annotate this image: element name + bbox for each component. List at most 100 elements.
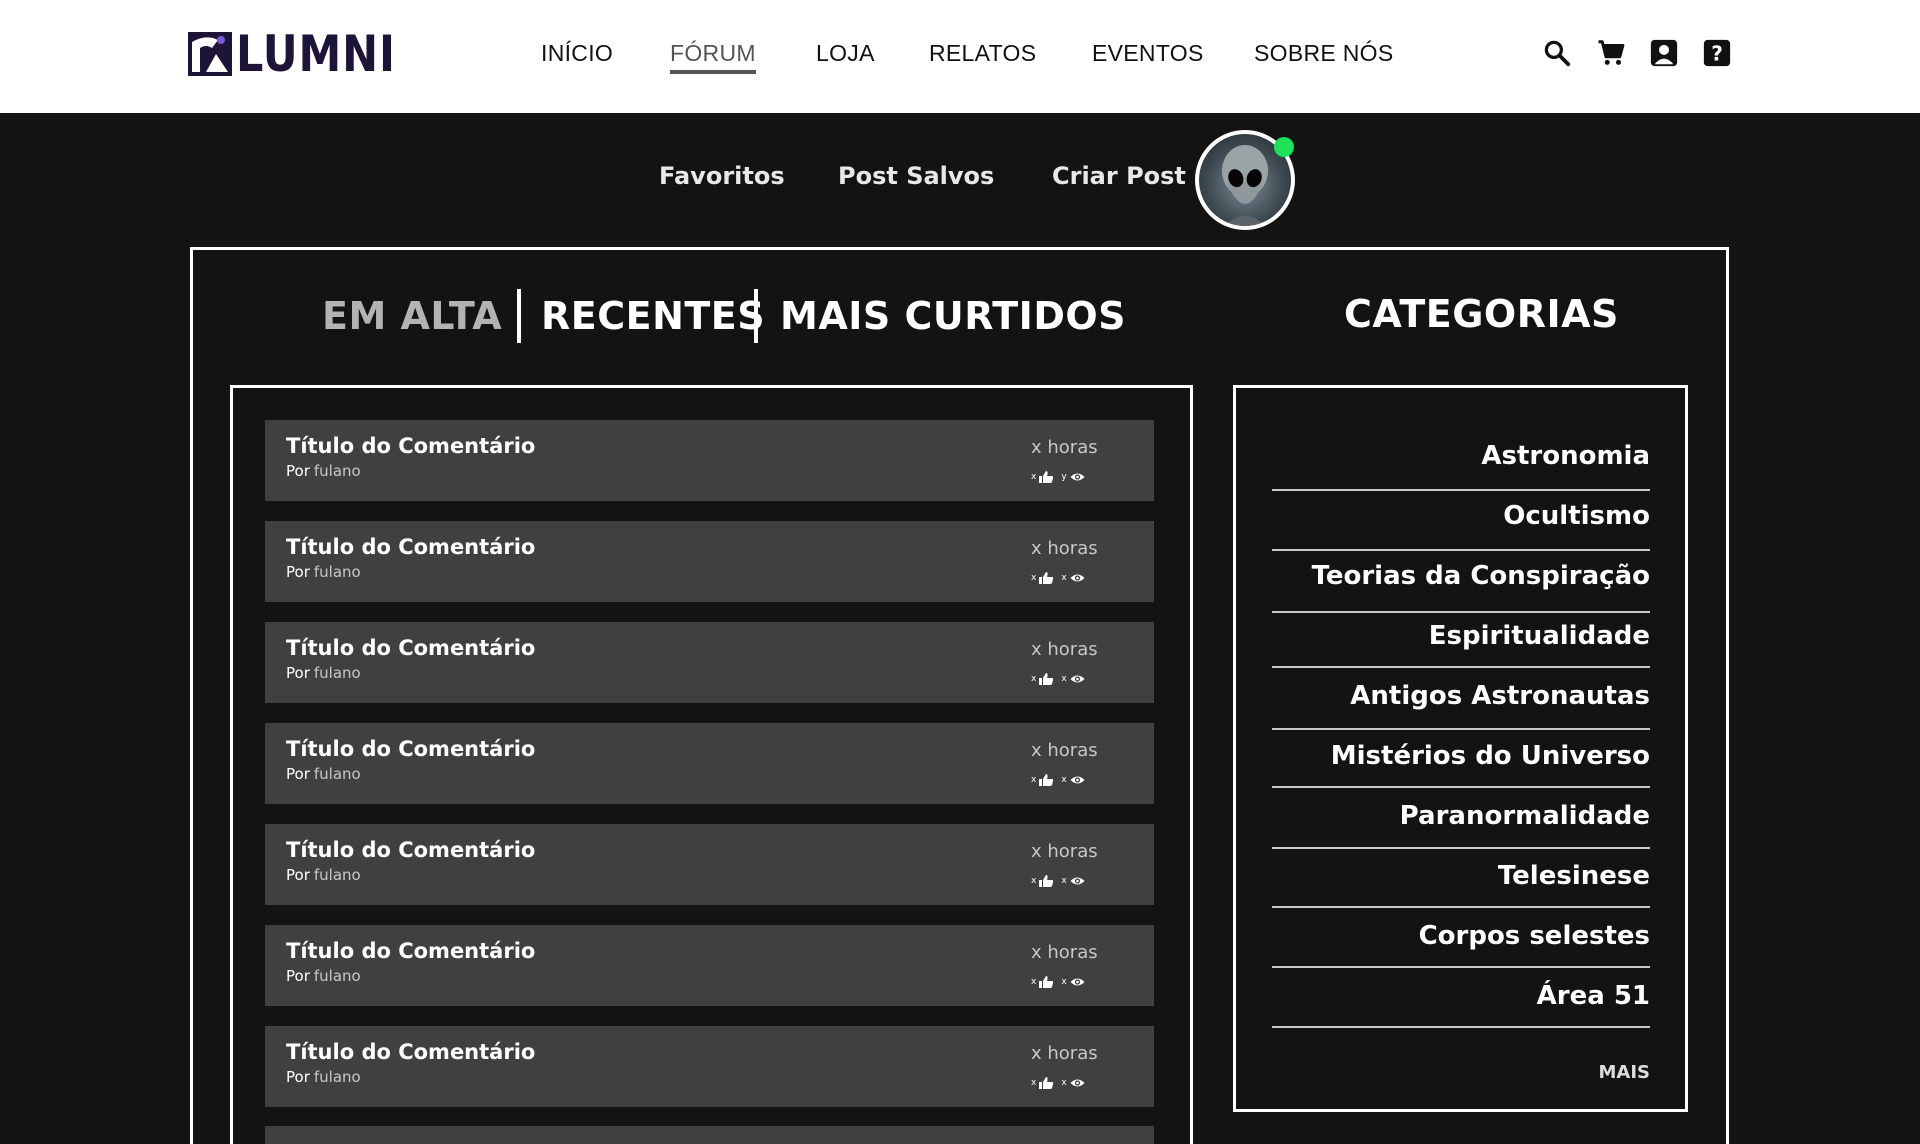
nav-item-forum[interactable]: FÓRUM (670, 40, 756, 74)
post-likes: x (1031, 572, 1054, 584)
post-likes: x (1031, 673, 1054, 685)
thumbs-up-icon (1039, 673, 1054, 685)
category-paranormalidade[interactable]: Paranormalidade (1272, 801, 1650, 831)
post-title: Título do Comentário (286, 535, 536, 559)
subnav-post-salvos[interactable]: Post Salvos (838, 162, 994, 190)
nav-item-relatos[interactable]: RELATOS (929, 40, 1036, 67)
post-item[interactable]: Título do Comentário Por fulano x horas x… (265, 521, 1154, 602)
post-author[interactable]: fulano (314, 765, 361, 783)
category-teorias-da-conspiracao[interactable]: Teorias da Conspiração (1272, 561, 1650, 591)
nav-item-eventos[interactable]: EVENTOS (1092, 40, 1204, 67)
online-status-indicator (1274, 137, 1294, 157)
eye-icon (1070, 877, 1085, 885)
search-icon[interactable] (1542, 38, 1572, 68)
nav-item-sobre-nos[interactable]: SOBRE NÓS (1254, 40, 1393, 67)
categories-title: CATEGORIAS (1344, 292, 1619, 336)
post-title: Título do Comentário (286, 737, 536, 761)
views-count: y (1061, 472, 1067, 482)
post-stats: x x (1031, 571, 1092, 585)
nav-item-loja[interactable]: LOJA (816, 40, 875, 67)
likes-count: x (1031, 977, 1037, 987)
post-likes: x (1031, 1077, 1054, 1089)
post-author[interactable]: fulano (314, 866, 361, 884)
category-divider (1272, 966, 1650, 968)
post-stats: x x (1031, 1076, 1092, 1090)
category-corpos-selestes[interactable]: Corpos selestes (1272, 921, 1650, 951)
post-by-label: Por (286, 866, 310, 884)
tab-mais-curtidos[interactable]: MAIS CURTIDOS (780, 294, 1126, 338)
post-time: x horas (1031, 942, 1098, 963)
category-divider (1272, 549, 1650, 551)
logo-text: LUMNI (236, 25, 396, 83)
likes-count: x (1031, 775, 1037, 785)
post-item[interactable]: Título do Comentário Por fulano x horas x… (265, 420, 1154, 501)
post-item[interactable]: Título do Comentário Por fulano x horas x… (265, 824, 1154, 905)
post-author[interactable]: fulano (314, 664, 361, 682)
post-item[interactable]: Título do Comentário Por fulano x horas x… (265, 622, 1154, 703)
post-by-label: Por (286, 462, 310, 480)
eye-icon (1070, 1079, 1085, 1087)
profile-icon[interactable] (1649, 38, 1679, 68)
category-ocultismo[interactable]: Ocultismo (1272, 501, 1650, 531)
category-divider (1272, 728, 1650, 730)
category-divider (1272, 847, 1650, 849)
post-by-label: Por (286, 664, 310, 682)
post-likes: x (1031, 875, 1054, 887)
subnav-favoritos[interactable]: Favoritos (659, 162, 785, 190)
post-likes: x (1031, 976, 1054, 988)
cart-icon[interactable] (1596, 38, 1626, 68)
eye-icon (1070, 776, 1085, 784)
tab-divider (517, 289, 521, 343)
thumbs-up-icon (1039, 1077, 1054, 1089)
thumbs-up-icon (1039, 572, 1054, 584)
likes-count: x (1031, 674, 1037, 684)
categories-more-link[interactable]: MAIS (1572, 1062, 1650, 1083)
eye-icon (1070, 574, 1085, 582)
post-time: x horas (1031, 1043, 1098, 1064)
category-divider (1272, 666, 1650, 668)
post-title: Título do Comentário (286, 636, 536, 660)
post-author[interactable]: fulano (314, 967, 361, 985)
post-author-line: Por fulano (286, 967, 361, 985)
eye-icon (1070, 978, 1085, 986)
post-title: Título do Comentário (286, 1040, 536, 1064)
likes-count: x (1031, 876, 1037, 886)
post-author[interactable]: fulano (314, 563, 361, 581)
post-author-line: Por fulano (286, 866, 361, 884)
post-time: x horas (1031, 437, 1098, 458)
post-author[interactable]: fulano (314, 1068, 361, 1086)
post-item[interactable]: Título do Comentário Por fulano x horas x… (265, 925, 1154, 1006)
svg-text:?: ? (1711, 42, 1723, 66)
post-stats: x x (1031, 773, 1092, 787)
post-stats: x x (1031, 975, 1092, 989)
thumbs-up-icon (1039, 471, 1054, 483)
post-by-label: Por (286, 967, 310, 985)
brand-logo[interactable]: LUMNI (188, 25, 422, 83)
post-stats: x x (1031, 874, 1092, 888)
category-espiritualidade[interactable]: Espiritualidade (1272, 621, 1650, 651)
tab-recentes[interactable]: RECENTES (541, 294, 765, 338)
category-area-51[interactable]: Área 51 (1272, 981, 1650, 1011)
post-item-partial[interactable] (265, 1126, 1154, 1144)
category-divider (1272, 1026, 1650, 1028)
post-by-label: Por (286, 765, 310, 783)
post-title: Título do Comentário (286, 434, 536, 458)
category-astronomia[interactable]: Astronomia (1272, 441, 1650, 471)
eye-icon (1070, 675, 1085, 683)
thumbs-up-icon (1039, 976, 1054, 988)
post-time: x horas (1031, 538, 1098, 559)
views-count: x (1061, 977, 1067, 987)
category-antigos-astronautas[interactable]: Antigos Astronautas (1272, 681, 1650, 711)
post-item[interactable]: Título do Comentário Por fulano x horas x… (265, 723, 1154, 804)
post-item[interactable]: Título do Comentário Por fulano x horas x… (265, 1026, 1154, 1107)
post-author[interactable]: fulano (314, 462, 361, 480)
category-telesinese[interactable]: Telesinese (1272, 861, 1650, 891)
eye-icon (1070, 473, 1085, 481)
help-icon[interactable]: ? (1702, 38, 1732, 68)
category-misterios-do-universo[interactable]: Mistérios do Universo (1272, 741, 1650, 771)
logo-mark-icon (188, 32, 232, 76)
nav-item-inicio[interactable]: INÍCIO (541, 40, 613, 67)
views-count: x (1061, 674, 1067, 684)
tab-em-alta[interactable]: EM ALTA (322, 294, 502, 338)
subnav-criar-post[interactable]: Criar Post (1052, 162, 1186, 190)
